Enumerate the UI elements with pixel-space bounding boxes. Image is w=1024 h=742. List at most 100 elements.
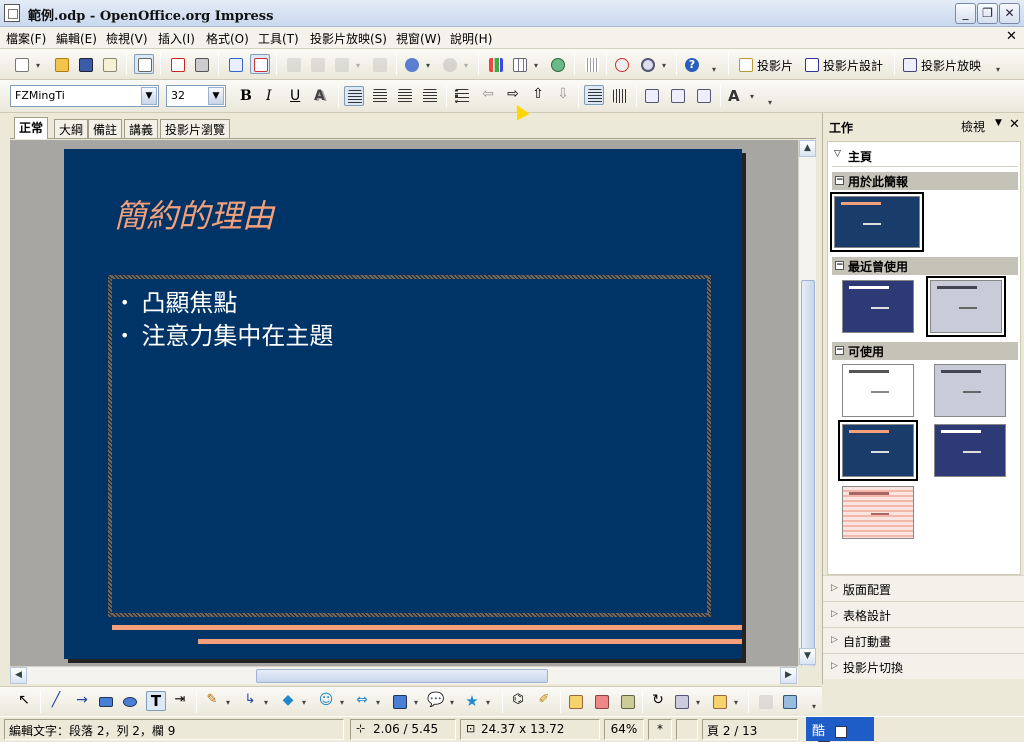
alignment-icon[interactable] — [672, 692, 692, 712]
font-color-button[interactable]: A — [728, 87, 740, 105]
align-center-icon[interactable] — [370, 86, 390, 106]
scroll-left-icon[interactable]: ◀ — [10, 667, 27, 684]
text-direction-horizontal-icon[interactable] — [584, 85, 604, 105]
ellipse-icon[interactable] — [120, 692, 140, 712]
slide-design-icon[interactable] — [802, 55, 822, 75]
horizontal-scroll-thumb[interactable] — [256, 669, 548, 683]
arrange-icon[interactable] — [710, 692, 730, 712]
master-thumbnail-recent[interactable] — [842, 280, 914, 333]
align-left-icon[interactable] — [344, 86, 364, 106]
curve-icon[interactable]: ✎ — [202, 692, 222, 712]
text-fit-icon[interactable]: ⇥ — [170, 692, 190, 712]
move-up-arrow-icon[interactable]: ⇧ — [528, 86, 548, 106]
new-dropdown-icon[interactable]: ▾ — [36, 61, 43, 70]
flowchart-icon[interactable] — [390, 692, 410, 712]
section-recently-used[interactable]: − 最近曾使用 — [832, 257, 1018, 275]
text-tool-icon[interactable]: T — [146, 691, 166, 711]
menu-view[interactable]: 檢視(V) — [106, 30, 148, 47]
help-icon[interactable]: ? — [682, 55, 702, 75]
master-thumbnail-recent[interactable] — [926, 276, 1006, 337]
block-arrows-dropdown-icon[interactable]: ▾ — [376, 698, 383, 707]
symbol-shapes-dropdown-icon[interactable]: ▾ — [340, 698, 347, 707]
text-box-content[interactable]: 凸顯焦點 注意力集中在主題 — [112, 279, 707, 613]
master-thumbnail-available[interactable] — [842, 486, 914, 539]
text-direction-vertical-icon[interactable] — [610, 86, 630, 106]
menu-window[interactable]: 視窗(W) — [396, 30, 441, 47]
vertical-scrollbar[interactable]: ▲ ▼ — [798, 140, 816, 670]
flowchart-dropdown-icon[interactable]: ▾ — [414, 698, 421, 707]
master-pages-header[interactable]: ▽ 主頁 — [832, 145, 1018, 167]
scroll-right-icon[interactable]: ▶ — [780, 667, 797, 684]
gallery-icon[interactable] — [618, 692, 638, 712]
chart-icon[interactable] — [486, 55, 506, 75]
panel-slide-transition[interactable]: ▷ 投影片切換 — [823, 653, 1024, 679]
master-thumbnail-available[interactable] — [838, 420, 918, 481]
collapse-icon[interactable]: − — [835, 261, 844, 270]
justify-icon[interactable] — [420, 86, 440, 106]
stars-dropdown-icon[interactable]: ▾ — [486, 698, 493, 707]
menu-help[interactable]: 說明(H) — [450, 30, 492, 47]
stars-icon[interactable]: ★ — [462, 692, 482, 712]
restore-button[interactable]: ❐ — [977, 3, 998, 24]
redo-dropdown-icon[interactable]: ▾ — [464, 61, 471, 70]
edit-file-icon[interactable] — [134, 54, 154, 74]
menu-insert[interactable]: 插入(I) — [158, 30, 195, 47]
extrusion-icon[interactable] — [756, 692, 776, 712]
callouts-icon[interactable]: 💬 — [426, 692, 446, 712]
export-pdf-icon[interactable] — [168, 55, 188, 75]
points-icon[interactable]: ⌬ — [508, 692, 528, 712]
tab-notes[interactable]: 備註 — [88, 119, 123, 138]
panel-custom-animation[interactable]: ▷ 自訂動畫 — [823, 627, 1024, 653]
menu-tools[interactable]: 工具(T) — [258, 30, 299, 47]
slide-button-label[interactable]: 投影片 — [757, 57, 793, 74]
connector-icon[interactable]: ↳ — [240, 692, 260, 712]
close-document-icon[interactable]: ✕ — [1006, 29, 1017, 44]
paste-dropdown-icon[interactable]: ▾ — [356, 61, 363, 70]
task-pane-view-menu[interactable]: 檢視 — [961, 118, 985, 135]
character-icon[interactable] — [642, 86, 662, 106]
save-icon[interactable] — [76, 55, 96, 75]
copy-icon[interactable] — [308, 55, 328, 75]
ime-mode-label[interactable]: 酷 — [812, 724, 825, 739]
slide-title[interactable]: 簡約的理由 — [114, 191, 274, 237]
from-file-icon[interactable] — [592, 692, 612, 712]
new-document-icon[interactable] — [12, 55, 32, 75]
rectangle-icon[interactable] — [96, 692, 116, 712]
connector-dropdown-icon[interactable]: ▾ — [264, 698, 271, 707]
table-icon[interactable] — [510, 55, 530, 75]
master-thumbnail-available[interactable] — [934, 364, 1006, 417]
slide-design-button-label[interactable]: 投影片設計 — [823, 57, 883, 74]
status-selection-mode[interactable] — [676, 719, 698, 740]
print-icon[interactable] — [192, 55, 212, 75]
close-window-button[interactable]: ✕ — [999, 3, 1020, 24]
toolbar-overflow-icon[interactable]: ▾ — [768, 98, 775, 107]
impress-app-icon[interactable] — [4, 4, 20, 22]
chevron-down-icon[interactable]: ▼ — [995, 118, 1002, 128]
slide-icon[interactable] — [736, 55, 756, 75]
slideshow-button-label[interactable]: 投影片放映 — [921, 57, 981, 74]
master-thumbnail-available[interactable] — [934, 424, 1006, 477]
select-arrow-icon[interactable]: ↖ — [14, 692, 34, 712]
bullets-icon[interactable] — [452, 86, 472, 106]
grid-icon[interactable] — [582, 55, 602, 75]
outline-text-box[interactable]: 凸顯焦點 注意力集中在主題 — [108, 275, 711, 617]
section-used-in-presentation[interactable]: − 用於此簡報 — [832, 172, 1018, 190]
vertical-scroll-thumb[interactable] — [801, 280, 815, 670]
master-thumbnail-available[interactable] — [842, 364, 914, 417]
rotate-icon[interactable]: ↻ — [648, 692, 668, 712]
glue-points-icon[interactable]: ✐ — [534, 692, 554, 712]
bullets-numbering-icon[interactable] — [694, 86, 714, 106]
scroll-down-icon[interactable]: ▼ — [799, 648, 816, 665]
redo-icon[interactable] — [440, 55, 460, 75]
paste-icon[interactable] — [332, 55, 352, 75]
slideshow-icon[interactable] — [900, 55, 920, 75]
underline-button[interactable]: U — [290, 88, 300, 104]
tab-handout[interactable]: 講義 — [124, 119, 159, 138]
undo-dropdown-icon[interactable]: ▾ — [426, 61, 433, 70]
shadow-button[interactable]: A — [314, 88, 325, 104]
bold-button[interactable]: B — [240, 88, 252, 104]
chevron-down-icon[interactable]: ▼ — [208, 87, 224, 105]
font-name-combo[interactable]: FZMingTi ▼ — [10, 85, 159, 107]
italic-button[interactable]: I — [266, 88, 272, 104]
slide-canvas[interactable]: 簡約的理由 凸顯焦點 注意力集中在主題 — [64, 149, 742, 659]
